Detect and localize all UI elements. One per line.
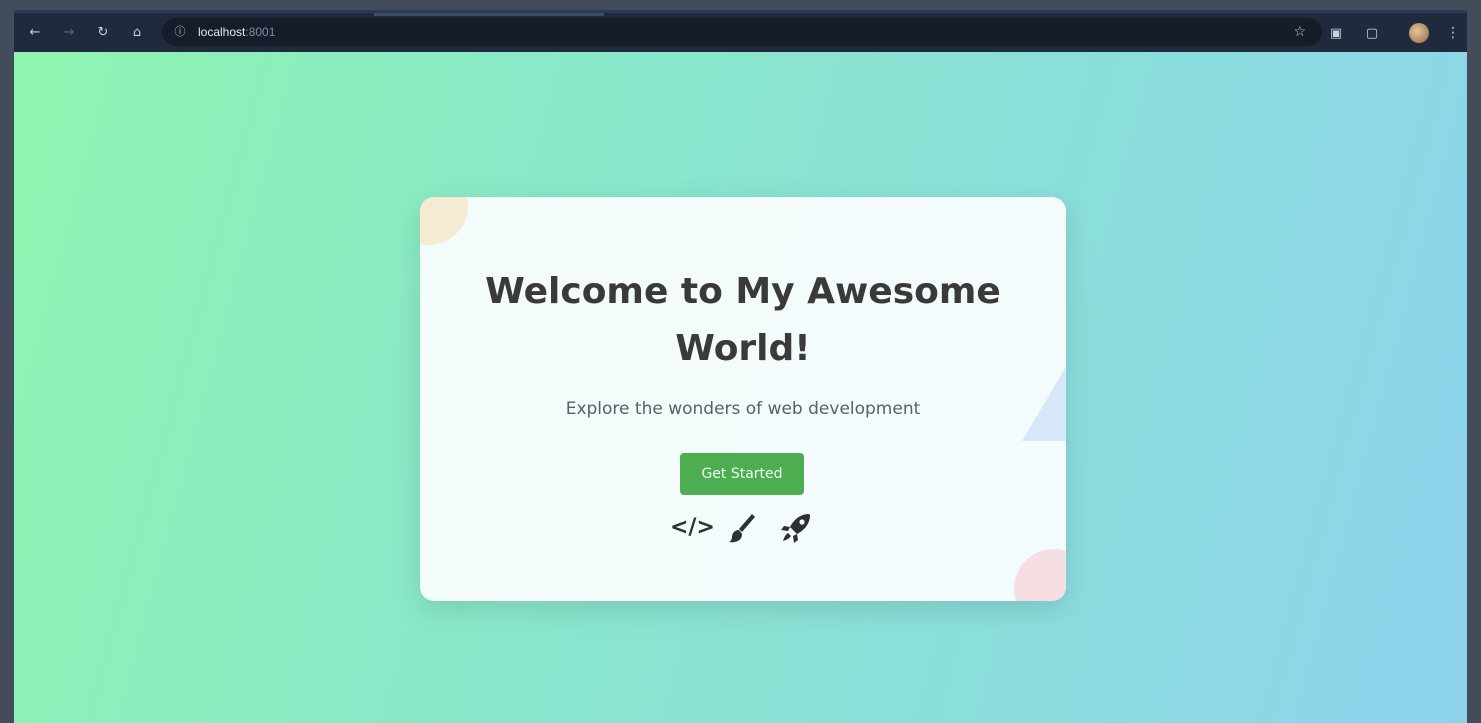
decorative-circle: [420, 197, 468, 245]
code-icon: </>: [670, 515, 715, 540]
rocket-icon: [778, 511, 814, 545]
browser-toolbar: ← → ↻ ⌂ ⓘ localhost:8001 ☆ ▣ ▢ ⋮: [14, 10, 1467, 52]
bookmark-star-icon[interactable]: ☆: [1293, 23, 1306, 41]
page-title: Welcome to My Awesome World!: [485, 271, 1001, 369]
extension-icon[interactable]: ▣: [1328, 26, 1344, 42]
url-host: localhost: [198, 25, 246, 39]
feature-icons: </>: [666, 511, 826, 545]
reload-icon[interactable]: ↻: [94, 24, 112, 42]
site-info-icon[interactable]: ⓘ: [172, 24, 188, 40]
page-subtitle: Explore the wonders of web development: [565, 399, 921, 419]
page-viewport: Welcome to My Awesome World! Explore the…: [14, 52, 1467, 723]
get-started-button[interactable]: Get Started: [680, 453, 804, 495]
side-panel-icon[interactable]: ▢: [1364, 26, 1380, 42]
back-icon[interactable]: ←: [26, 24, 44, 42]
url-port: :8001: [245, 25, 276, 39]
decorative-corner: [1014, 549, 1066, 601]
hero-card: Welcome to My Awesome World! Explore the…: [420, 197, 1066, 601]
menu-icon[interactable]: ⋮: [1446, 23, 1460, 43]
home-icon[interactable]: ⌂: [128, 24, 146, 42]
profile-avatar[interactable]: [1409, 23, 1429, 43]
screen: ← → ↻ ⌂ ⓘ localhost:8001 ☆ ▣ ▢ ⋮ Welcome…: [0, 0, 1481, 723]
address-bar[interactable]: ⓘ localhost:8001 ☆: [162, 18, 1322, 46]
forward-icon[interactable]: →: [60, 24, 78, 42]
url-text[interactable]: localhost:8001: [198, 24, 275, 40]
paintbrush-icon: [726, 511, 760, 545]
active-tab-indicator: [374, 13, 604, 16]
